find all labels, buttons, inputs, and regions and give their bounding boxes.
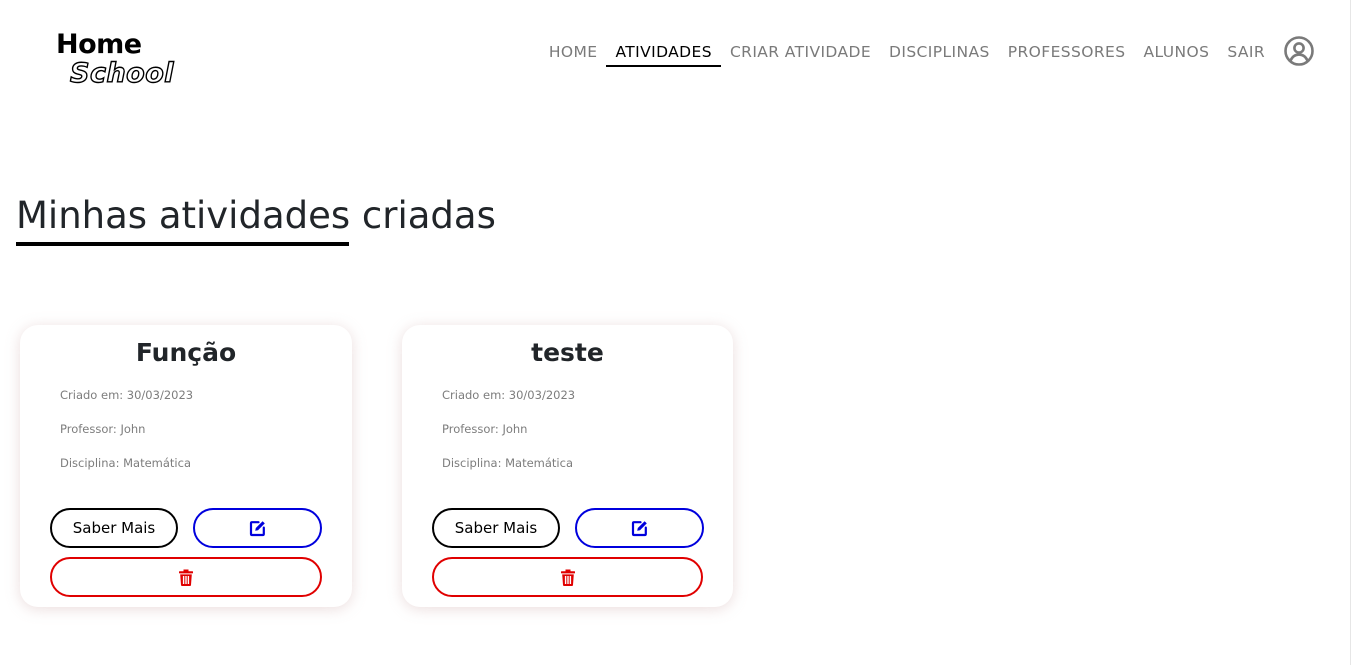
saber-mais-button[interactable]: Saber Mais [432, 508, 560, 548]
trash-icon [560, 569, 575, 586]
edit-activity-button[interactable] [193, 508, 322, 548]
page-title: Minhas atividades criadas [16, 194, 496, 237]
activity-created-date: Criado em: 30/03/2023 [442, 388, 576, 402]
nav-sair[interactable]: SAIR [1218, 39, 1274, 67]
trash-icon [179, 569, 193, 586]
activity-subject: Disciplina: Matemática [60, 456, 191, 470]
nav-alunos[interactable]: ALUNOS [1134, 39, 1218, 67]
page: Home School HOME ATIVIDADES CRIAR ATIVID… [0, 0, 1351, 665]
logo-line-school: School [69, 57, 175, 89]
activity-created-date: Criado em: 30/03/2023 [60, 388, 194, 402]
activity-card: teste Criado em: 30/03/2023 Professor: J… [402, 325, 733, 607]
delete-activity-button[interactable] [50, 557, 322, 597]
saber-mais-button[interactable]: Saber Mais [50, 508, 178, 548]
title-underline [16, 242, 349, 246]
activity-teacher: Professor: John [60, 422, 146, 436]
main-nav: HOME ATIVIDADES CRIAR ATIVIDADE DISCIPLI… [540, 35, 1315, 68]
logo-line-home: Home [56, 29, 142, 60]
nav-atividades[interactable]: ATIVIDADES [606, 39, 721, 67]
nav-home[interactable]: HOME [540, 39, 607, 67]
activity-title: Função [135, 338, 237, 367]
nav-criar-atividade[interactable]: CRIAR ATIVIDADE [721, 39, 880, 67]
activity-title: teste [531, 338, 604, 367]
nav-disciplinas[interactable]: DISCIPLINAS [880, 39, 999, 67]
activity-subject: Disciplina: Matemática [442, 456, 573, 470]
edit-activity-button[interactable] [575, 508, 704, 548]
edit-icon [249, 520, 265, 536]
nav-professores[interactable]: PROFESSORES [999, 39, 1135, 67]
home-school-logo[interactable]: Home School [56, 30, 186, 94]
edit-icon [631, 520, 647, 536]
activity-card: Função Criado em: 30/03/2023 Professor: … [20, 325, 352, 607]
delete-activity-button[interactable] [432, 557, 703, 597]
activity-teacher: Professor: John [442, 422, 528, 436]
user-circle-icon[interactable] [1283, 35, 1315, 67]
